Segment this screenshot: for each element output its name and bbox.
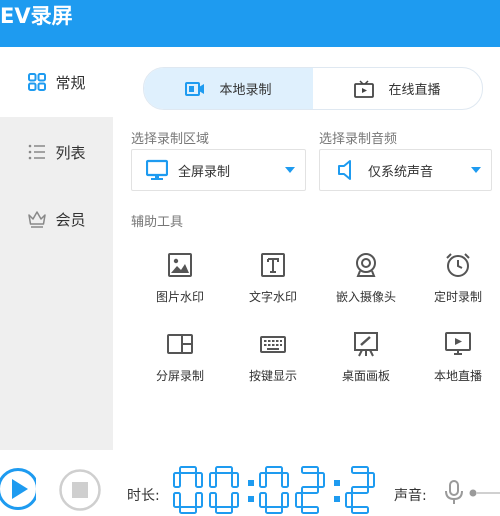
timer-digit	[295, 466, 325, 514]
chevron-down-icon	[471, 167, 481, 173]
record-audio-label: 选择录制音频	[319, 132, 398, 147]
tool-label: 图片水印	[155, 290, 204, 304]
speaker-icon	[338, 160, 351, 180]
tool-label: 分屏录制	[155, 369, 204, 383]
timer-digit	[173, 466, 203, 514]
timer-digit	[259, 466, 289, 514]
mode-tabs: 本地录制 在线直播	[143, 67, 483, 110]
duration-label: 时长:	[127, 488, 160, 504]
title-bar: EV录屏	[0, 0, 500, 47]
tool-label: 文字水印	[248, 290, 297, 304]
sidebar-item-general[interactable]: 常规	[0, 47, 113, 117]
play-icon	[0, 468, 36, 510]
timer-colon	[334, 480, 340, 486]
tool-text-watermark[interactable]: 文字水印	[226, 251, 320, 321]
sidebar-item-label: 会员	[55, 210, 86, 229]
crown-icon	[28, 211, 47, 228]
tool-desktop-board[interactable]: 桌面画板	[319, 330, 413, 400]
stop-button[interactable]	[59, 469, 101, 511]
record-audio-select[interactable]: 仅系统声音	[319, 149, 492, 191]
timer-display	[173, 466, 375, 514]
video-camera-icon	[185, 81, 205, 96]
tool-label: 按键显示	[248, 369, 297, 383]
record-area-select[interactable]: 全屏录制	[131, 149, 306, 191]
tool-embed-webcam[interactable]: 嵌入摄像头	[319, 251, 413, 321]
bottom-bar: 时长: 声音:	[0, 450, 500, 515]
timer-colon	[248, 480, 254, 486]
monitor-play-icon	[445, 332, 471, 355]
alarm-clock-icon	[446, 253, 470, 277]
grid-icon	[28, 73, 47, 91]
tools-label: 辅助工具	[131, 215, 184, 230]
timer-digit	[345, 466, 375, 514]
tool-label: 桌面画板	[341, 369, 390, 383]
tv-icon	[354, 79, 375, 98]
tab-live-stream[interactable]: 在线直播	[313, 68, 482, 109]
timer-colon	[248, 496, 254, 502]
monitor-icon	[146, 159, 168, 180]
record-area-value: 全屏录制	[178, 164, 231, 180]
easel-icon	[354, 332, 378, 357]
keyboard-icon	[260, 336, 286, 353]
timer-digit	[209, 466, 239, 514]
tool-split-screen[interactable]: 分屏录制	[133, 330, 227, 400]
microphone-icon[interactable]	[441, 479, 467, 505]
sidebar-item-vip[interactable]: 会员	[0, 184, 113, 254]
tool-key-display[interactable]: 按键显示	[226, 330, 320, 400]
tab-label: 本地录制	[219, 83, 272, 98]
record-area-label: 选择录制区域	[131, 132, 210, 147]
record-audio-value: 仅系统声音	[368, 164, 434, 180]
stop-icon	[59, 469, 101, 511]
tool-image-watermark[interactable]: 图片水印	[133, 251, 227, 321]
image-icon	[168, 253, 192, 277]
tab-label: 在线直播	[388, 83, 441, 98]
sound-label: 声音:	[394, 488, 427, 504]
sidebar-item-label: 列表	[55, 143, 86, 162]
main-panel: 本地录制 在线直播 选择录制区域 全屏录制 选择录制音频 仅系统声音 辅助工具	[113, 47, 500, 450]
chevron-down-icon	[285, 167, 295, 173]
tab-local-record[interactable]: 本地录制	[144, 68, 313, 109]
timer-colon	[334, 496, 340, 502]
tool-timed-record[interactable]: 定时录制	[411, 251, 500, 321]
tool-local-live[interactable]: 本地直播	[411, 330, 500, 400]
split-screen-icon	[167, 334, 193, 354]
app-title: EV录屏	[0, 4, 73, 28]
webcam-icon	[356, 253, 376, 277]
sidebar: 常规 列表 会员	[0, 47, 113, 450]
tool-label: 定时录制	[433, 290, 482, 304]
play-button[interactable]	[0, 467, 36, 511]
sidebar-item-label: 常规	[55, 73, 86, 92]
tool-label: 嵌入摄像头	[335, 290, 396, 304]
list-icon	[29, 144, 46, 160]
tool-label: 本地直播	[433, 369, 482, 383]
text-icon	[261, 253, 285, 277]
sidebar-item-list[interactable]: 列表	[0, 117, 113, 187]
volume-slider[interactable]	[469, 489, 500, 497]
